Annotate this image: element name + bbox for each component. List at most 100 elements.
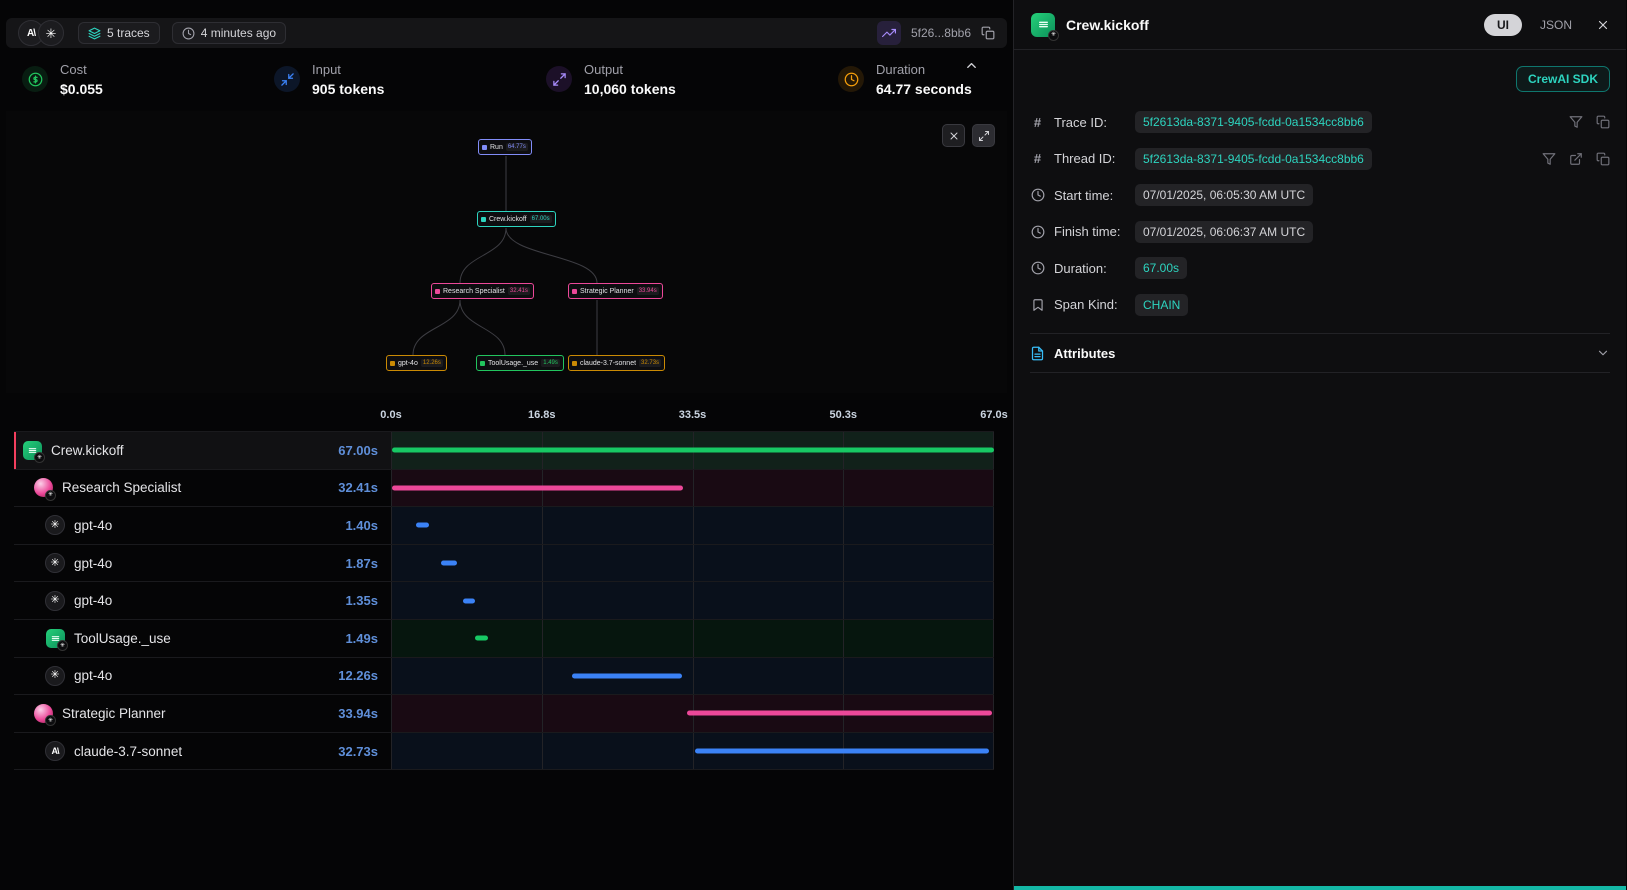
node-dot (572, 289, 577, 294)
timeline-row-gpt-4o[interactable]: ✳ gpt-4o 12.26s (14, 658, 994, 696)
node-label: Strategic Planner (580, 288, 634, 295)
layers-icon (88, 27, 101, 40)
timeline-row-gpt-4o[interactable]: ✳ gpt-4o 1.87s (14, 545, 994, 583)
field-label: Span Kind: (1054, 297, 1126, 312)
finish-time-value: 07/01/2025, 06:06:37 AM UTC (1135, 221, 1313, 243)
graph-node-gpt-4o[interactable]: gpt-4o 12.26s (386, 355, 447, 371)
timeline-bar[interactable] (392, 448, 994, 453)
stat-input-label: Input (312, 62, 384, 77)
openai-icon: ✳ (45, 591, 65, 611)
chevron-up-icon[interactable] (964, 58, 979, 73)
sdk-badge: CrewAI SDK (1516, 66, 1610, 92)
field-row-span-kind: Span Kind: CHAIN (1030, 287, 1610, 324)
openai-badge-icon: ✳ (45, 490, 56, 501)
span-kind-value: CHAIN (1135, 294, 1188, 316)
trace-stats-row: Cost$0.055 Input905 tokens Output10,060 … (6, 54, 1007, 109)
span-duration: 32.73s (338, 744, 378, 759)
timeline-row-crew-kickoff[interactable]: ✳ Crew.kickoff 67.00s (14, 432, 994, 470)
copy-icon[interactable] (981, 26, 995, 40)
timeline-row-claude-sonnet[interactable]: A\ claude-3.7-sonnet 32.73s (14, 733, 994, 771)
timeline-row-gpt-4o[interactable]: ✳ gpt-4o 1.35s (14, 582, 994, 620)
timeline-bar[interactable] (687, 711, 992, 716)
traces-count-chip[interactable]: 5 traces (78, 22, 160, 44)
field-label: Finish time: (1054, 224, 1126, 239)
axis-tick: 50.3s (829, 409, 857, 421)
copy-icon[interactable] (1596, 115, 1610, 129)
timeline-row-toolusage[interactable]: ✳ ToolUsage._use 1.49s (14, 620, 994, 658)
timeline-bar[interactable] (463, 598, 475, 603)
trace-header-bar: A\ ✳ 5 traces 4 minutes ago 5f26...8bb6 (6, 18, 1007, 48)
arrows-out-icon (546, 66, 572, 92)
clock-icon (1030, 188, 1045, 202)
crew-icon: ✳ (1030, 12, 1056, 38)
field-label: Duration: (1054, 261, 1126, 276)
graph-node-run[interactable]: Run 64.77s (478, 139, 532, 155)
stat-duration: Duration64.77 seconds (838, 62, 972, 99)
anthropic-icon: A\ (45, 741, 65, 761)
hash-icon: # (1030, 151, 1045, 166)
timeline-row-strategic-planner[interactable]: ✳ Strategic Planner 33.94s (14, 695, 994, 733)
agent-icon: ✳ (33, 478, 53, 498)
field-row-trace-id: # Trace ID: 5f2613da-8371-9405-fcdd-0a15… (1030, 104, 1610, 141)
filter-icon[interactable] (1569, 115, 1583, 129)
node-dot (480, 361, 485, 366)
timeline-axis: 0.0s 16.8s 33.5s 50.3s 67.0s (391, 407, 994, 427)
timeline-track (391, 507, 994, 544)
timeline-bar[interactable] (392, 485, 683, 490)
trace-id-value[interactable]: 5f2613da-8371-9405-fcdd-0a1534cc8bb6 (1135, 111, 1372, 133)
graph-node-research-specialist[interactable]: Research Specialist 32.41s (431, 283, 534, 299)
tab-ui[interactable]: UI (1484, 14, 1522, 36)
node-duration: 67.00s (530, 215, 552, 223)
timeline-track (391, 545, 994, 582)
node-duration: 32.41s (508, 287, 530, 295)
sidebar-bottom-accent (1014, 886, 1626, 890)
timeline-row-research-specialist[interactable]: ✳ Research Specialist 32.41s (14, 470, 994, 508)
attributes-section-header[interactable]: Attributes (1030, 333, 1610, 373)
node-label: ToolUsage._use (488, 360, 538, 367)
span-duration: 1.35s (345, 593, 378, 608)
metrics-chart-button[interactable] (877, 21, 901, 45)
expand-graph-button[interactable] (972, 124, 995, 147)
graph-node-claude-sonnet[interactable]: claude-3.7-sonnet 32.73s (568, 355, 665, 371)
graph-node-strategic-planner[interactable]: Strategic Planner 33.94s (568, 283, 663, 299)
timeline-bar[interactable] (416, 523, 429, 528)
openai-logo-icon: ✳ (38, 20, 64, 46)
field-label: Start time: (1054, 188, 1126, 203)
tab-json[interactable]: JSON (1540, 18, 1572, 32)
close-icon[interactable] (1596, 18, 1610, 32)
span-label: gpt-4o (74, 518, 112, 533)
axis-tick: 16.8s (528, 409, 556, 421)
timeline-bar[interactable] (572, 673, 682, 678)
node-dot (482, 145, 487, 150)
stat-cost: Cost$0.055 (22, 62, 274, 99)
span-duration: 1.40s (345, 518, 378, 533)
timeline-bar[interactable] (475, 636, 488, 641)
stat-input: Input905 tokens (274, 62, 546, 99)
clock-icon (1030, 225, 1045, 239)
timeline-row-gpt-4o[interactable]: ✳ gpt-4o 1.40s (14, 507, 994, 545)
external-link-icon[interactable] (1569, 152, 1583, 166)
span-duration: 33.94s (338, 706, 378, 721)
sidebar-title: Crew.kickoff (1066, 17, 1149, 33)
span-duration: 32.41s (338, 480, 378, 495)
graph-node-toolusage[interactable]: ToolUsage._use 1.49s (476, 355, 564, 371)
filter-icon[interactable] (1542, 152, 1556, 166)
axis-tick: 33.5s (679, 409, 707, 421)
timeline-bar[interactable] (441, 561, 458, 566)
chevron-down-icon[interactable] (1596, 346, 1610, 360)
node-label: Run (490, 144, 503, 151)
graph-node-crew-kickoff[interactable]: Crew.kickoff 67.00s (477, 211, 556, 227)
bookmark-icon (1030, 298, 1045, 312)
timeline-track (391, 733, 994, 770)
stat-duration-label: Duration (876, 62, 972, 77)
timeline-bar[interactable] (695, 749, 989, 754)
span-label: Strategic Planner (62, 706, 166, 721)
span-label: gpt-4o (74, 593, 112, 608)
span-duration: 1.49s (345, 631, 378, 646)
sidebar-tabs: UI JSON (1484, 14, 1610, 36)
thread-id-value[interactable]: 5f2613da-8371-9405-fcdd-0a1534cc8bb6 (1135, 148, 1372, 170)
field-label: Trace ID: (1054, 115, 1126, 130)
close-graph-button[interactable] (942, 124, 965, 147)
copy-icon[interactable] (1596, 152, 1610, 166)
node-label: Crew.kickoff (489, 216, 527, 223)
